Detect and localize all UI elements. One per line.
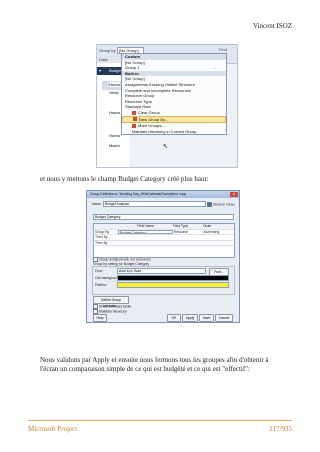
table-cell[interactable]: Ascending [202, 230, 234, 235]
checkbox-icon [207, 202, 212, 207]
new-group-by-item[interactable]: New Group By... [122, 115, 226, 124]
close-icon[interactable]: ✕ [230, 192, 238, 197]
maintain-hierarchy-item[interactable]: Maintain Hierarchy in Current Group [122, 129, 226, 135]
footer-rule [28, 420, 292, 421]
menu-item-label: New Group By... [139, 116, 169, 122]
name-input[interactable]: Budget Analysis [103, 201, 206, 207]
new-group-icon [133, 117, 137, 122]
group-by-label: Group by: [99, 48, 117, 53]
table-cell[interactable] [172, 235, 202, 240]
grid-row-budget: Budget [109, 68, 122, 73]
cancel-button[interactable]: Cancel [215, 314, 233, 322]
show-in-menu-label: Show in menu [213, 202, 235, 207]
grid-row: Huma [109, 82, 120, 87]
save-button[interactable]: Save [199, 314, 214, 322]
table-cell[interactable] [118, 235, 171, 240]
footer-left: Microsoft Project [28, 425, 78, 433]
grid-row: Huma [109, 133, 120, 138]
dialog-title-text: Group Definition in 'Working Day_WithCal… [90, 192, 187, 196]
table-cell[interactable]: Resource [173, 230, 203, 235]
column-header: Order [202, 224, 212, 228]
field-name-select[interactable]: Budget Category [117, 229, 173, 234]
table-empty-area [94, 246, 234, 257]
show-in-menu-checkbox[interactable]: Show in menu [207, 202, 235, 207]
define-intervals-button[interactable]: Define Group Intervals... [93, 296, 129, 308]
table-cell: Then By [95, 240, 108, 245]
menu-item-label: More Groups... [138, 123, 165, 129]
group-assignments-label: Group assignments, not resources [99, 257, 151, 262]
table-cell[interactable] [202, 241, 234, 246]
column-header: Field Type [172, 224, 189, 228]
maintain-hierarchy-label: Maintain hierarchy [99, 309, 127, 314]
show-summary-label: Show summary tasks [99, 304, 132, 309]
font-label: Font: [95, 269, 103, 273]
field-header-input[interactable]: Budget Category [93, 214, 234, 220]
apply-button[interactable]: Apply [182, 314, 198, 322]
group-by-menu-screenshot: Group by: [No Group] Find ⋯ Data ▾ Budge… [96, 44, 238, 168]
dialog-title: Group Definition in 'Working Day_WithCal… [87, 191, 239, 198]
menu-item-label: Clear Group [138, 109, 160, 115]
pattern-select[interactable] [117, 282, 229, 288]
group-fields-table: Field Name Field Type Order Group By Bud… [93, 223, 235, 258]
menu-ellipsis: ... [214, 65, 218, 70]
group-by-menu: Custom [No Group] Group 1 Built-In [No G… [121, 53, 227, 136]
table-cell: Group By [95, 229, 110, 234]
name-label: Name: [92, 202, 102, 206]
page-header-author: Vincent ISOZ [252, 22, 292, 30]
grid-row: Machi [109, 143, 120, 148]
group-definition-dialog: Group Definition in 'Working Day_WithCal… [86, 190, 240, 323]
pattern-label: Pattern: [95, 283, 107, 287]
page-number: 217/935 [269, 425, 292, 433]
data-group-label: Data [99, 57, 108, 62]
grid-row: Huma [109, 110, 120, 115]
column-header [94, 224, 118, 229]
font-value: Arial 8 pt, Bold [117, 268, 206, 274]
grid-row: Vehic [109, 90, 119, 95]
paragraph-1: et nous y mettons le champ Budget Catego… [40, 175, 209, 183]
table-cell[interactable] [202, 235, 234, 240]
help-button[interactable]: Help [93, 314, 107, 322]
mouse-cursor-icon: ↖ [163, 144, 169, 150]
more-groups-icon [132, 124, 136, 129]
table-cell[interactable] [172, 241, 202, 246]
table-cell: Then By [95, 235, 108, 239]
paragraph-2: Nous validons par Apply et ensuite nous … [40, 356, 269, 373]
cell-background-select[interactable] [117, 275, 229, 281]
ok-button[interactable]: OK [167, 314, 181, 322]
table-cell[interactable] [118, 241, 171, 246]
collapse-icon[interactable]: ▾ [99, 68, 101, 73]
column-header: Field Name [136, 224, 155, 228]
clear-group-icon [132, 110, 136, 115]
